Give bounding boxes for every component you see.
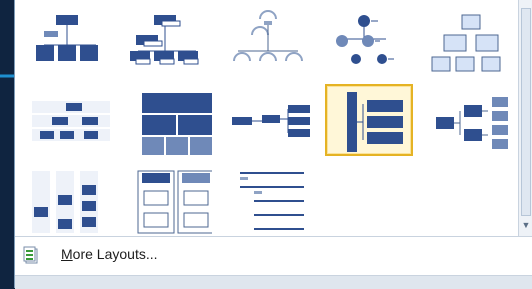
left-panel-edge: [0, 0, 14, 288]
more-layouts-menu-item[interactable]: More Layouts...: [15, 237, 532, 275]
layout-gallery: ▼ More Layouts...: [14, 0, 532, 289]
layout-tile-horizontal-org-chart[interactable]: [227, 86, 315, 158]
labeled-hierarchy-icon: [32, 101, 110, 141]
gallery-footer: [15, 275, 532, 289]
horizontal-labeled-hierarchy-icon: [32, 171, 98, 233]
more-layouts-label: More Layouts...: [61, 246, 158, 262]
layout-grid: [23, 4, 517, 234]
layout-tile-hierarchy[interactable]: [425, 4, 513, 76]
circle-picture-hierarchy-icon: [336, 15, 394, 64]
lined-list-icon: [137, 170, 212, 234]
layout-tile-horizontal-hierarchy[interactable]: [425, 86, 513, 158]
layout-tile-labeled-hierarchy[interactable]: [25, 86, 113, 158]
horizontal-multi-level-hierarchy-icon: [347, 92, 403, 152]
org-chart-icon: [36, 15, 98, 61]
layout-tile-lined-list[interactable]: [123, 164, 212, 236]
scrollbar-thumb[interactable]: [521, 8, 531, 216]
layout-tile-hierarchy-list[interactable]: [223, 164, 311, 236]
horizontal-org-chart-icon: [232, 105, 310, 137]
layout-tile-table-hierarchy[interactable]: [123, 86, 212, 158]
layout-tile-horizontal-labeled-hierarchy[interactable]: [25, 164, 113, 236]
gallery-scrollbar[interactable]: ▼: [518, 0, 532, 236]
layout-tile-name-and-title-org-chart[interactable]: [123, 4, 211, 76]
layout-tile-circle-picture-hierarchy[interactable]: [323, 4, 411, 76]
layout-tile-org-chart[interactable]: [25, 4, 113, 76]
half-circle-org-chart-icon: [233, 10, 303, 62]
more-layouts-icon: [23, 246, 38, 264]
layout-tile-horizontal-multi-level-hierarchy[interactable]: [325, 84, 413, 156]
scroll-down-icon[interactable]: ▼: [521, 220, 531, 230]
hierarchy-list-icon: [240, 172, 304, 230]
horizontal-hierarchy-icon: [436, 97, 508, 149]
hierarchy-icon: [431, 14, 501, 72]
name-and-title-org-chart-icon: [130, 15, 199, 65]
layout-tile-half-circle-org-chart[interactable]: [223, 4, 311, 76]
table-hierarchy-icon: [142, 93, 212, 155]
